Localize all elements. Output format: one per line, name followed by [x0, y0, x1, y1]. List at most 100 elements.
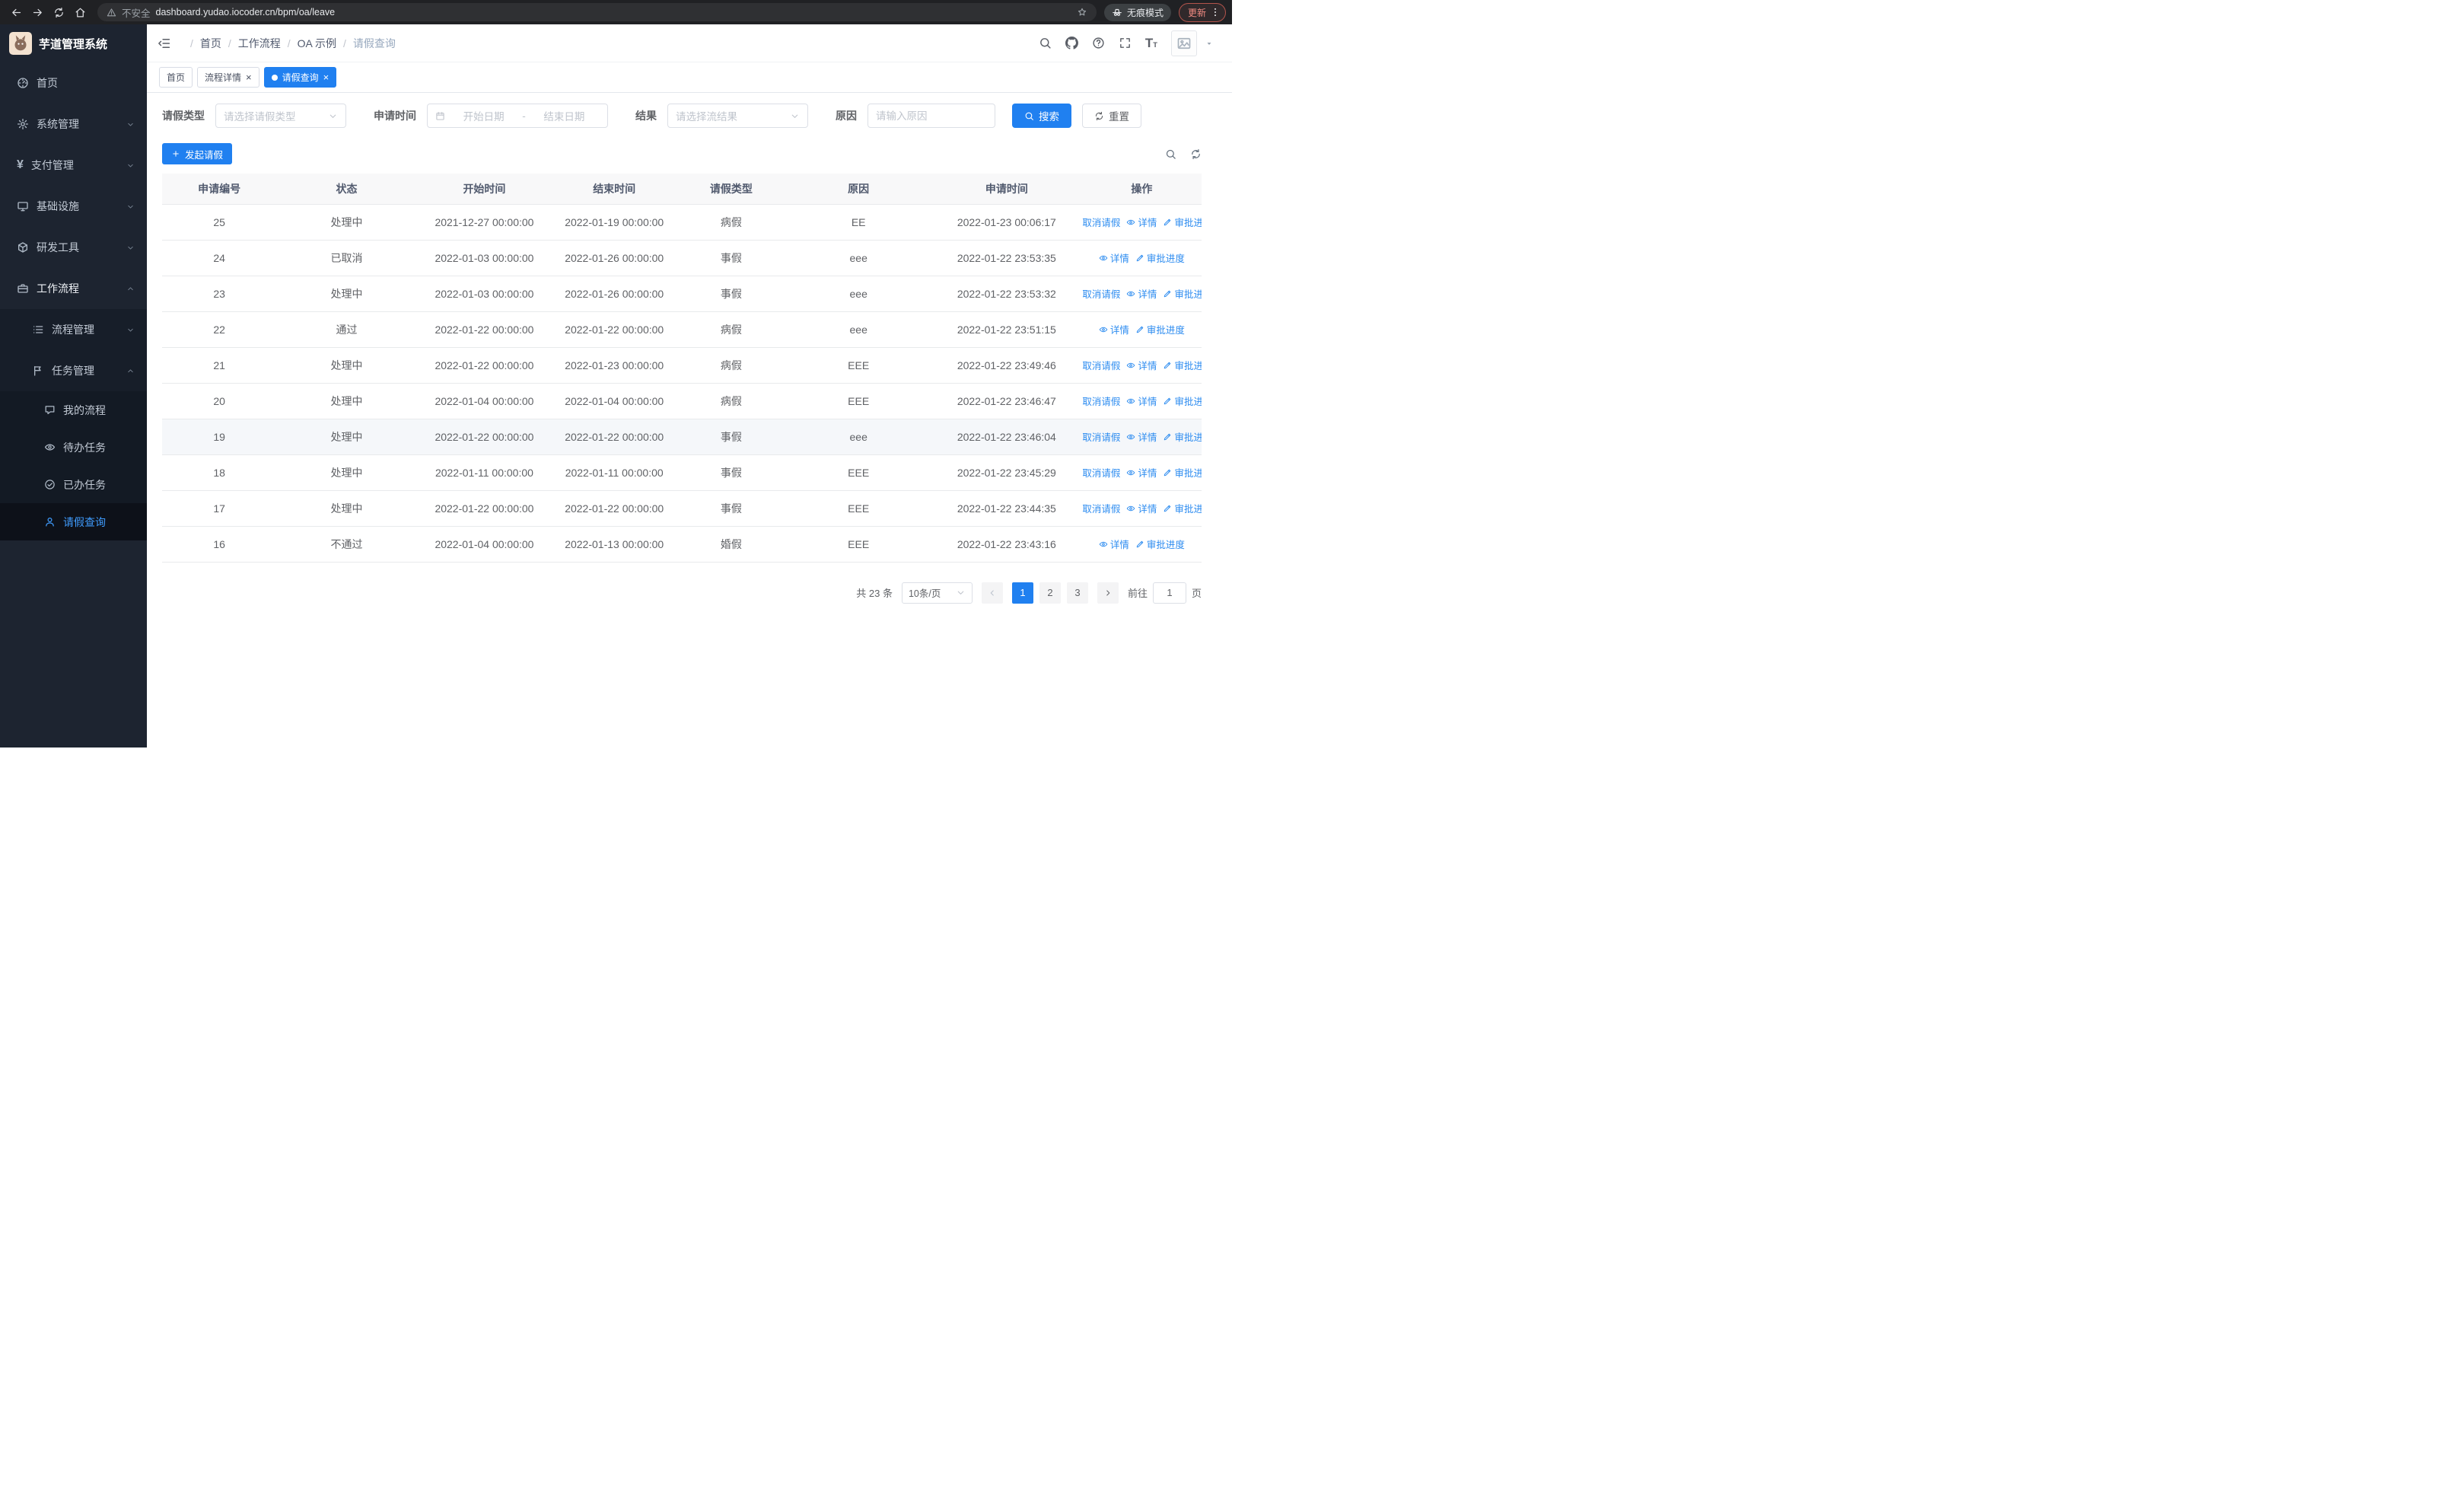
row-action-link[interactable]: 审批进度	[1163, 358, 1202, 372]
row-action-link[interactable]: 审批进度	[1163, 429, 1202, 444]
row-action-link[interactable]: 审批进度	[1135, 250, 1185, 265]
toggle-search-icon[interactable]	[1165, 148, 1176, 160]
row-action-link[interactable]: 取消请假	[1082, 215, 1120, 229]
row-action-link[interactable]: 审批进度	[1135, 537, 1185, 551]
user-avatar[interactable]	[1171, 30, 1197, 56]
github-icon[interactable]	[1065, 37, 1078, 49]
page-number-button[interactable]: 1	[1011, 582, 1033, 604]
cell-reason: EEE	[785, 526, 931, 563]
help-icon[interactable]	[1092, 37, 1105, 49]
row-action-link[interactable]: 取消请假	[1082, 286, 1120, 301]
result-placeholder: 请选择流结果	[676, 111, 737, 123]
row-action-link[interactable]: 详情	[1126, 394, 1157, 408]
sidebar-task-item[interactable]: 请假查询	[0, 503, 147, 540]
sidebar-task-item[interactable]: 已办任务	[0, 466, 147, 503]
sidebar-task-item[interactable]: 待办任务	[0, 429, 147, 466]
browser-back-button[interactable]	[6, 2, 26, 22]
search-button[interactable]: 搜索	[1012, 104, 1071, 128]
row-action-link[interactable]: 审批进度	[1163, 465, 1202, 480]
incognito-badge: 无痕模式	[1103, 3, 1171, 21]
edit-icon	[1163, 468, 1172, 477]
breadcrumb-item[interactable]: OA 示例	[281, 36, 336, 51]
breadcrumb-item[interactable]: 工作流程	[221, 36, 281, 51]
reset-button[interactable]: 重置	[1082, 104, 1141, 128]
fullscreen-icon[interactable]	[1119, 37, 1132, 49]
cell-start-time: 2022-01-03 00:00:00	[416, 240, 552, 276]
breadcrumb-item[interactable]: 请假查询	[336, 36, 396, 51]
browser-home-button[interactable]	[70, 2, 90, 22]
create-leave-button[interactable]: 发起请假	[162, 143, 233, 164]
page-number-button[interactable]: 2	[1039, 582, 1061, 604]
sidebar-subitem[interactable]: 任务管理	[0, 350, 147, 391]
row-action-link[interactable]: 详情	[1099, 322, 1129, 336]
row-action-link[interactable]: 审批进度	[1163, 215, 1202, 229]
prev-page-button[interactable]	[981, 582, 1003, 604]
browser-reload-button[interactable]	[49, 2, 68, 22]
cell-actions: 详情 审批进度	[1081, 311, 1202, 348]
tab[interactable]: 请假查询 ×	[263, 67, 337, 88]
tab[interactable]: 首页 ×	[159, 67, 193, 88]
sidebar-item[interactable]: 工作流程	[0, 268, 147, 309]
row-action-link[interactable]: 审批进度	[1163, 394, 1202, 408]
row-action-link[interactable]: 取消请假	[1082, 394, 1120, 408]
breadcrumb-item[interactable]: 首页	[183, 36, 221, 51]
sidebar-item[interactable]: ¥ 支付管理	[0, 145, 147, 186]
tab[interactable]: 流程详情 ×	[197, 67, 259, 88]
row-action-link[interactable]: 详情	[1126, 215, 1157, 229]
address-bar[interactable]: 不安全 dashboard.yudao.iocoder.cn/bpm/oa/le…	[97, 3, 1097, 21]
browser-forward-button[interactable]	[27, 2, 47, 22]
sidebar-collapse-button[interactable]	[158, 37, 171, 50]
sidebar-subitem[interactable]: 流程管理	[0, 309, 147, 350]
cell-reason: EEE	[785, 454, 931, 491]
next-page-button[interactable]	[1097, 582, 1119, 604]
table-row: 19 处理中 2022-01-22 00:00:00 2022-01-22 00…	[162, 419, 1202, 455]
calendar-icon	[435, 111, 445, 121]
row-action-link[interactable]: 详情	[1099, 250, 1129, 265]
sidebar-item[interactable]: 研发工具	[0, 227, 147, 268]
sidebar-task-item[interactable]: 我的流程	[0, 391, 147, 429]
page-number-button[interactable]: 3	[1066, 582, 1088, 604]
row-action-link[interactable]: 取消请假	[1082, 358, 1120, 372]
bookmark-star-icon[interactable]	[1077, 7, 1087, 18]
row-action-link[interactable]: 详情	[1126, 501, 1157, 515]
cell-end-time: 2022-01-11 00:00:00	[552, 454, 677, 491]
browser-menu-icon[interactable]	[1210, 7, 1221, 18]
browser-update-menu-button[interactable]: 更新	[1178, 2, 1226, 22]
cell-status: 处理中	[276, 204, 417, 241]
sidebar-item[interactable]: 系统管理	[0, 104, 147, 145]
page-size-select[interactable]: 10条/页	[901, 582, 973, 604]
tab-close-icon[interactable]: ×	[246, 72, 252, 82]
table-row: 23 处理中 2022-01-03 00:00:00 2022-01-26 00…	[162, 276, 1202, 312]
search-icon[interactable]	[1039, 37, 1052, 49]
row-action-link[interactable]: 取消请假	[1082, 429, 1121, 444]
tab-active-dot	[271, 74, 278, 81]
font-size-icon[interactable]: TT	[1145, 37, 1157, 49]
cell-end-time: 2022-01-22 00:00:00	[552, 490, 677, 527]
apply-time-range-picker[interactable]: 开始日期 - 结束日期	[427, 104, 608, 128]
reason-input[interactable]	[867, 104, 995, 128]
avatar-caret-icon[interactable]	[1205, 39, 1214, 48]
sidebar-item[interactable]: 基础设施	[0, 186, 147, 227]
row-action-link[interactable]: 详情	[1126, 358, 1157, 372]
row-action-link[interactable]: 取消请假	[1082, 465, 1120, 480]
sidebar-item[interactable]: 首页	[0, 62, 147, 104]
action-label: 取消请假	[1082, 432, 1121, 443]
row-action-link[interactable]: 详情	[1126, 465, 1157, 480]
row-action-link[interactable]: 取消请假	[1082, 501, 1120, 515]
tab-close-icon[interactable]: ×	[323, 72, 329, 82]
row-action-link[interactable]: 详情	[1099, 537, 1129, 551]
result-select[interactable]: 请选择流结果	[667, 104, 808, 128]
row-action-link[interactable]: 审批进度	[1135, 322, 1185, 336]
sidebar-item-label: 工作流程	[37, 282, 79, 295]
cell-actions: 取消请假 详情 审批	[1081, 276, 1202, 312]
leave-type-select[interactable]: 请选择请假类型	[215, 104, 346, 128]
row-action-link[interactable]: 审批进度	[1163, 501, 1202, 515]
goto-page-input[interactable]	[1152, 582, 1186, 604]
row-action-link[interactable]: 详情	[1126, 429, 1157, 444]
cell-actions: 详情 审批进度	[1081, 240, 1202, 276]
logo-avatar	[9, 32, 32, 55]
refresh-table-icon[interactable]	[1190, 148, 1202, 160]
row-action-link[interactable]: 详情	[1126, 286, 1157, 301]
row-action-link[interactable]: 审批进度	[1163, 286, 1202, 301]
app-logo[interactable]: 芋道管理系统	[0, 24, 147, 62]
